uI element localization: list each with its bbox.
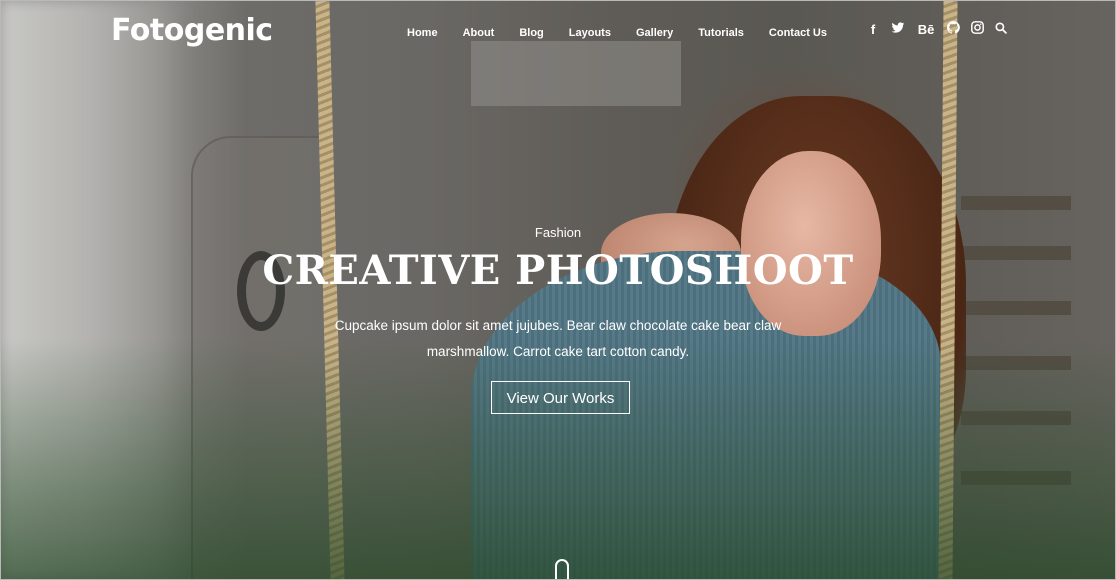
instagram-icon[interactable] — [969, 21, 985, 37]
nav-item-tutorials[interactable]: Tutorials — [698, 27, 744, 39]
nav-item-contact-us[interactable]: Contact Us — [769, 27, 827, 39]
behance-icon[interactable]: Bē — [915, 22, 937, 37]
social-links: f Bē — [865, 21, 1009, 37]
hero-description-line: Cupcake ipsum dolor sit amet jujubes. Be… — [334, 318, 782, 333]
twitter-icon[interactable] — [889, 21, 907, 37]
stair-step — [961, 196, 1071, 210]
github-icon[interactable] — [945, 21, 961, 37]
scroll-down-icon[interactable] — [555, 559, 569, 579]
hero-frame: Fotogenic Home About Blog Layouts Galler… — [0, 0, 1116, 580]
hero-description-line: marshmallow. Carrot cake tart cotton can… — [426, 344, 690, 359]
site-header: Fotogenic Home About Blog Layouts Galler… — [1, 1, 1115, 65]
bottom-shade — [1, 339, 1115, 579]
nav-item-about[interactable]: About — [463, 27, 495, 39]
nav-item-home[interactable]: Home — [407, 27, 438, 39]
nav-item-gallery[interactable]: Gallery — [636, 27, 673, 39]
search-icon[interactable] — [993, 21, 1009, 37]
view-our-works-button[interactable]: View Our Works — [491, 381, 630, 414]
hero-description: Cupcake ipsum dolor sit amet jujubes. Be… — [1, 313, 1115, 365]
nav-item-layouts[interactable]: Layouts — [569, 27, 611, 39]
hero-category: Fashion — [534, 225, 582, 240]
site-logo[interactable]: Fotogenic — [111, 13, 273, 48]
model-face — [741, 151, 881, 336]
hero-title: CREATIVE PHOTOSHOOT — [262, 247, 854, 294]
facebook-icon[interactable]: f — [865, 22, 881, 37]
main-nav: Home About Blog Layouts Gallery Tutorial… — [407, 27, 827, 39]
nav-item-blog[interactable]: Blog — [519, 27, 543, 39]
